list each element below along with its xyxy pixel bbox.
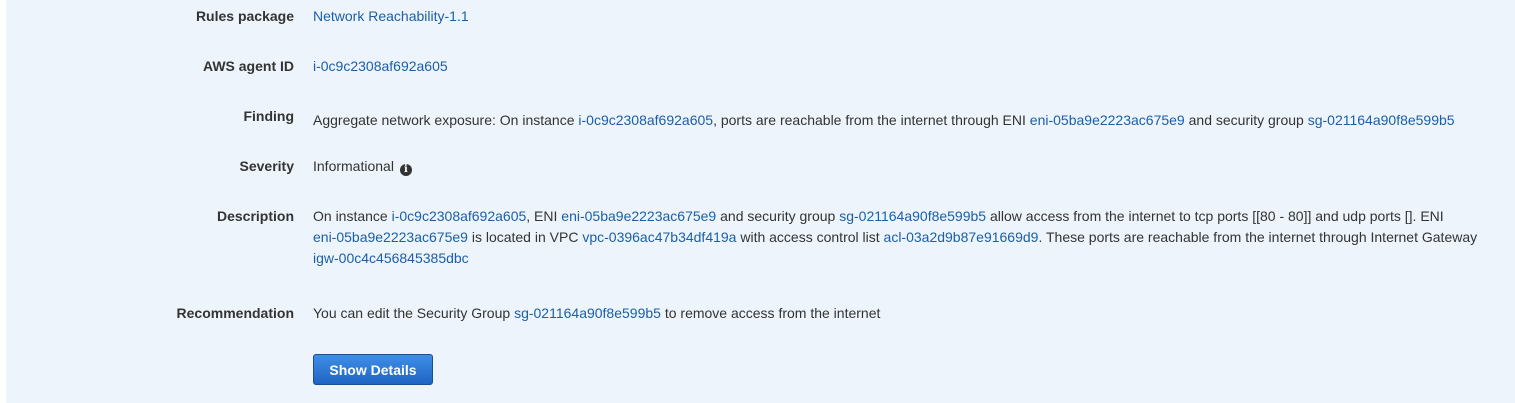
description-text: is located in VPC [467, 229, 583, 245]
finding-sg-link[interactable]: sg-021164a90f8e599b5 [1308, 112, 1455, 128]
description-text: On instance [313, 208, 392, 224]
show-details-button[interactable]: Show Details [313, 354, 433, 385]
description-text: and security group [716, 208, 840, 224]
description-igw-link[interactable]: igw-00c4c456845385dbc [313, 250, 469, 266]
description-acl-link[interactable]: acl-03a2d9b87e91669d9 [884, 229, 1039, 245]
rules-package-value: Network Reachability-1.1 [313, 6, 1513, 27]
info-icon[interactable]: i [399, 164, 412, 176]
description-text: with access control list [736, 229, 884, 245]
recommendation-value: You can edit the Security Group sg-02116… [313, 303, 1513, 324]
finding-text: , ports are reachable from the internet … [713, 112, 1030, 128]
severity-text: Informational [313, 158, 394, 174]
description-text: , ENI [526, 208, 562, 224]
finding-label: Finding [243, 108, 294, 124]
recommendation-sg-link[interactable]: sg-021164a90f8e599b5 [514, 305, 661, 321]
finding-details-panel: Rules package Network Reachability-1.1 A… [6, 0, 1515, 403]
agent-id-label: AWS agent ID [202, 58, 294, 74]
agent-id-value: i-0c9c2308af692a605 [313, 56, 1513, 77]
agent-id-link[interactable]: i-0c9c2308af692a605 [313, 58, 448, 74]
description-value: On instance i-0c9c2308af692a605, ENI eni… [313, 206, 1513, 269]
finding-value: Aggregate network exposure: On instance … [313, 110, 1513, 131]
severity-value: Informational i [313, 156, 1513, 177]
description-label: Description [216, 208, 294, 224]
description-text: allow access from the internet to tcp po… [986, 208, 1444, 224]
rules-package-link[interactable]: Network Reachability-1.1 [313, 8, 469, 24]
rules-package-label: Rules package [195, 8, 294, 24]
recommendation-label: Recommendation [176, 305, 294, 321]
description-line-2: eni-05ba9e2223ac675e9 is located in VPC … [313, 227, 1513, 248]
description-line-1: On instance i-0c9c2308af692a605, ENI eni… [313, 206, 1513, 227]
description-vpc-link[interactable]: vpc-0396ac47b34df419a [582, 229, 736, 245]
finding-instance-link[interactable]: i-0c9c2308af692a605 [578, 112, 713, 128]
description-line-3: igw-00c4c456845385dbc [313, 248, 1513, 269]
description-eni-link-2[interactable]: eni-05ba9e2223ac675e9 [313, 229, 468, 245]
recommendation-text: to remove access from the internet [660, 305, 881, 321]
recommendation-text: You can edit the Security Group [313, 305, 515, 321]
finding-text: and security group [1184, 112, 1308, 128]
finding-text: Aggregate network exposure: On instance [313, 112, 579, 128]
description-eni-link[interactable]: eni-05ba9e2223ac675e9 [561, 208, 716, 224]
finding-eni-link[interactable]: eni-05ba9e2223ac675e9 [1030, 112, 1185, 128]
description-instance-link[interactable]: i-0c9c2308af692a605 [392, 208, 527, 224]
description-sg-link[interactable]: sg-021164a90f8e599b5 [839, 208, 986, 224]
severity-label: Severity [239, 158, 294, 174]
description-text: . These ports are reachable from the int… [1038, 229, 1478, 245]
